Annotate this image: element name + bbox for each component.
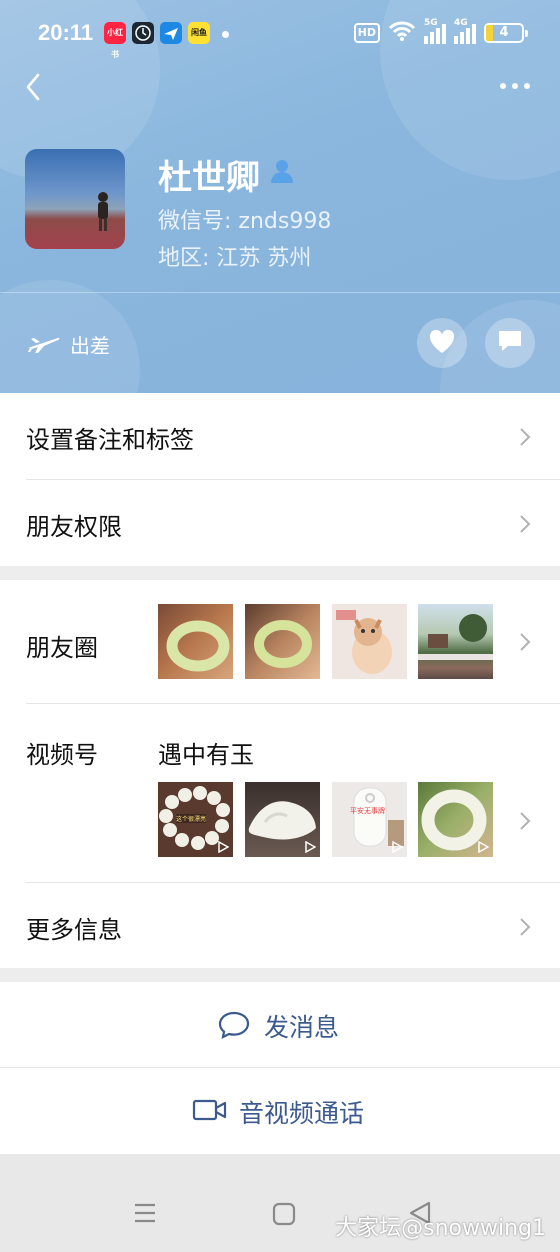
- thumbnail-caption: 这个很漂亮: [176, 814, 207, 823]
- moments-thumbnail[interactable]: [245, 604, 320, 679]
- signal-4g-icon: 4G: [454, 18, 476, 44]
- chevron-right-icon: [520, 633, 531, 651]
- chevron-right-icon: [520, 515, 531, 533]
- remark-tags-row[interactable]: 设置备注和标签: [0, 393, 560, 480]
- airplane-icon: [26, 331, 60, 358]
- channels-video-thumbnail[interactable]: [245, 782, 320, 857]
- message-bubble-icon: [218, 1010, 250, 1044]
- remark-tags-label: 设置备注和标签: [26, 426, 194, 454]
- region: 地区: 江苏 苏州: [158, 246, 312, 271]
- back-button[interactable]: [20, 70, 50, 104]
- av-call-button[interactable]: 音视频通话: [0, 1068, 560, 1154]
- play-icon: [218, 841, 229, 853]
- video-camera-icon: [192, 1098, 228, 1126]
- chat-bubble-icon: [497, 329, 523, 357]
- more-info-label: 更多信息: [26, 916, 122, 944]
- wechat-id: 微信号: znds998: [158, 209, 332, 234]
- chevron-right-icon: [520, 918, 531, 936]
- battery-icon: 4: [484, 23, 528, 43]
- channels-label: 视频号: [26, 741, 98, 769]
- friend-permissions-label: 朋友权限: [26, 513, 122, 541]
- notification-dot-icon: [222, 31, 229, 38]
- more-options-button[interactable]: [500, 76, 536, 96]
- xianyu-app-icon: 闲鱼: [188, 22, 210, 44]
- status-bar: 20:11 小红书 闲鱼 HD 5G 4G 4: [0, 14, 560, 59]
- moments-thumbnail[interactable]: [158, 604, 233, 679]
- contact-name: 杜世卿: [158, 158, 260, 198]
- user-status[interactable]: 出差: [26, 330, 110, 359]
- moments-row[interactable]: 朋友圈: [0, 580, 560, 703]
- channels-video-thumbnail[interactable]: 这个很漂亮: [158, 782, 233, 857]
- hd-volte-icon: HD: [353, 23, 380, 43]
- moments-label: 朋友圈: [26, 634, 98, 662]
- content-section: 朋友圈 视频号 遇中有玉 这个很漂亮 平安无事牌 更多信息: [0, 580, 560, 968]
- channels-video-thumbnail[interactable]: [418, 782, 493, 857]
- menu-icon[interactable]: [133, 1202, 157, 1228]
- send-message-button[interactable]: 发消息: [0, 982, 560, 1068]
- plane-app-icon: [160, 22, 182, 44]
- watermark: 大家坛@snowwing1: [335, 1216, 546, 1241]
- actions-section: 发消息 音视频通话: [0, 982, 560, 1154]
- person-figure-icon: [98, 192, 108, 231]
- moments-thumbnail[interactable]: [332, 604, 407, 679]
- moments-thumbnail[interactable]: [418, 604, 493, 679]
- send-message-label: 发消息: [264, 1013, 340, 1042]
- play-icon: [478, 841, 489, 853]
- home-icon[interactable]: [272, 1202, 296, 1230]
- like-button[interactable]: [417, 318, 467, 368]
- clock-time: 20:11: [38, 20, 94, 45]
- comment-button[interactable]: [485, 318, 535, 368]
- play-icon: [305, 841, 316, 853]
- play-icon: [392, 841, 403, 853]
- more-info-row[interactable]: 更多信息: [0, 883, 560, 968]
- avatar[interactable]: [25, 149, 125, 249]
- chevron-right-icon: [520, 812, 531, 830]
- av-call-label: 音视频通话: [239, 1099, 365, 1128]
- wifi-icon: [388, 20, 416, 46]
- contact-settings-section: 设置备注和标签 朋友权限: [0, 393, 560, 566]
- channels-row[interactable]: 视频号 遇中有玉 这个很漂亮 平安无事牌: [0, 704, 560, 882]
- clock-app-icon: [132, 22, 154, 44]
- friend-permissions-row[interactable]: 朋友权限: [0, 480, 560, 566]
- heart-icon: [428, 328, 456, 358]
- system-icons: HD 5G 4G 4: [353, 18, 528, 46]
- chevron-right-icon: [520, 428, 531, 446]
- channels-account-name: 遇中有玉: [158, 741, 254, 769]
- profile-header: 20:11 小红书 闲鱼 HD 5G 4G 4 杜世卿 微信号: znds998…: [0, 0, 560, 393]
- header-divider: [0, 292, 560, 293]
- xiaohongshu-icon: 小红书: [104, 22, 126, 59]
- channels-video-thumbnail[interactable]: 平安无事牌: [332, 782, 407, 857]
- gender-person-icon: [269, 158, 295, 184]
- signal-5g-icon: 5G: [424, 18, 446, 44]
- thumbnail-caption: 平安无事牌: [350, 807, 385, 815]
- status-label: 出差: [70, 334, 110, 358]
